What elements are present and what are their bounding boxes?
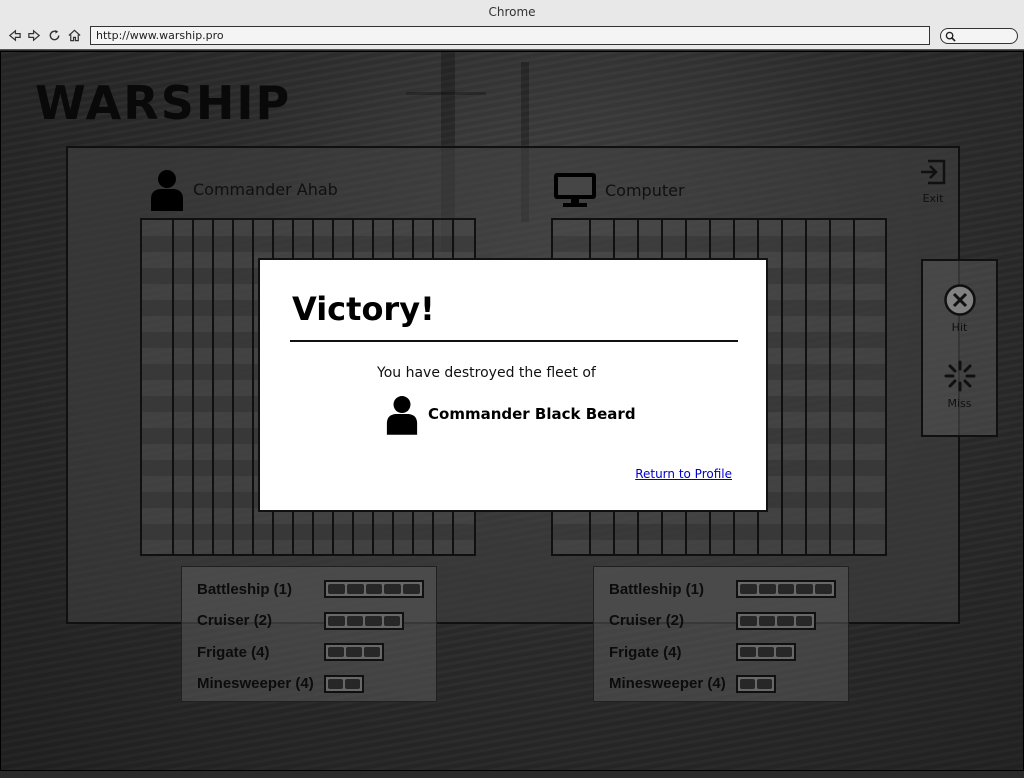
window-title: Chrome [488, 5, 536, 19]
home-icon[interactable] [66, 27, 83, 43]
url-bar[interactable]: http://www.warship.pro [90, 26, 930, 45]
dialog-title: Victory! [292, 290, 435, 328]
reload-icon[interactable] [46, 27, 63, 43]
user-icon [386, 396, 418, 435]
nav-buttons [6, 27, 83, 43]
opponent-name: Commander Black Beard [428, 405, 636, 423]
back-icon[interactable] [6, 27, 23, 43]
return-to-profile-link[interactable]: Return to Profile [635, 467, 732, 481]
forward-icon[interactable] [26, 27, 43, 43]
victory-dialog: Victory! You have destroyed the fleet of… [258, 258, 768, 512]
dialog-message: You have destroyed the fleet of [377, 365, 596, 381]
game-area: WARSHIP Commander Ahab Computer Exit Hit… [0, 51, 1024, 771]
search-icon [945, 31, 956, 42]
browser-search-input[interactable] [940, 28, 1018, 44]
browser-chrome: Chrome http://www.warship.pro [0, 0, 1024, 50]
dialog-divider [290, 340, 738, 342]
defeated-opponent: Commander Black Beard [385, 393, 636, 435]
